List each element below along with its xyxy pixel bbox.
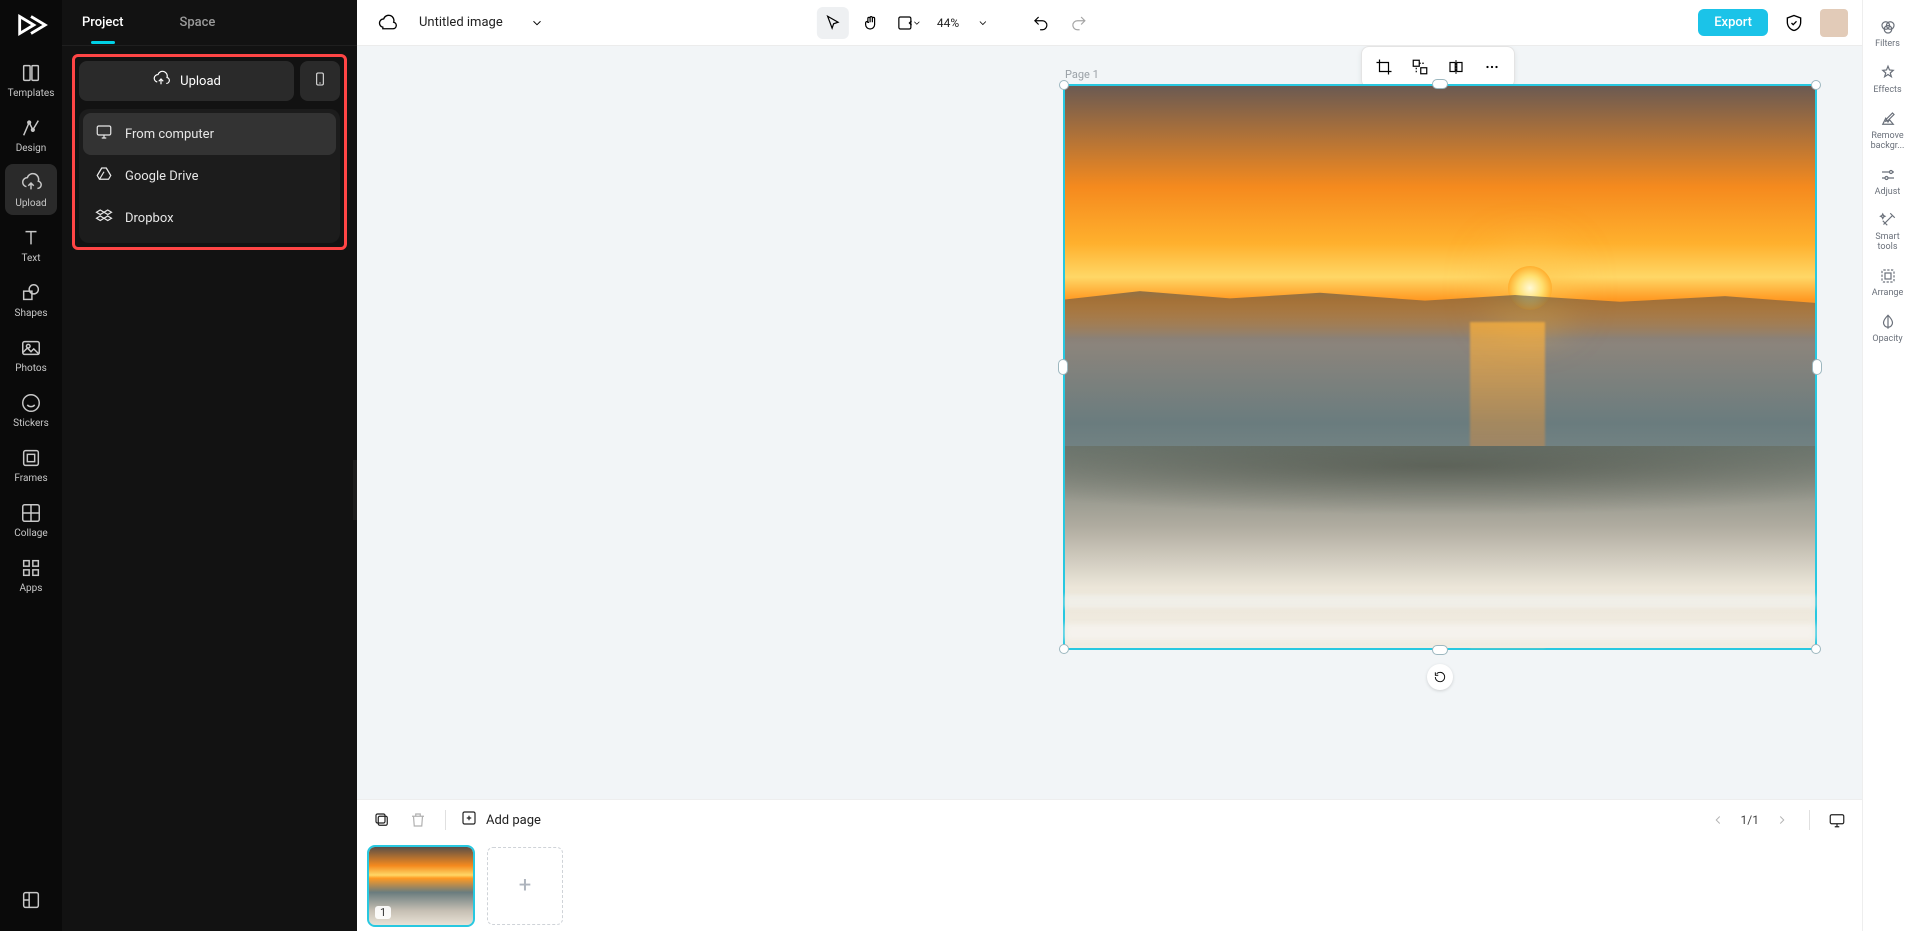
add-page-label: Add page — [486, 813, 541, 828]
redo-button[interactable] — [1063, 7, 1095, 39]
prev-page-button — [1705, 807, 1731, 833]
tool-label: Upload — [15, 198, 46, 209]
source-label: From computer — [125, 127, 214, 142]
resize-handle-tl[interactable] — [1059, 80, 1069, 90]
next-page-button — [1769, 807, 1795, 833]
user-avatar[interactable] — [1820, 9, 1848, 37]
canvas-size-menu[interactable] — [893, 7, 925, 39]
rtool-label: Remove backgr... — [1867, 132, 1909, 152]
tool-bottom-collage[interactable] — [5, 881, 57, 921]
flip-button[interactable] — [1442, 53, 1470, 81]
tool-templates[interactable]: Templates — [5, 54, 57, 105]
resize-handle-r[interactable] — [1812, 359, 1822, 375]
source-label: Dropbox — [125, 211, 174, 226]
tool-design[interactable]: Design — [5, 109, 57, 160]
rtool-opacity[interactable]: Opacity — [1867, 305, 1909, 351]
tool-label: Photos — [15, 363, 47, 374]
add-page-icon — [460, 809, 478, 831]
page-label: Page 1 — [1065, 68, 1099, 81]
resize-handle-bl[interactable] — [1059, 644, 1069, 654]
more-button[interactable] — [1478, 53, 1506, 81]
source-label: Google Drive — [125, 169, 198, 184]
rtool-label: Opacity — [1872, 335, 1902, 345]
rtool-label: Adjust — [1875, 188, 1901, 198]
tool-label: Templates — [8, 88, 55, 99]
rtool-remove-bg[interactable]: Remove backgr... — [1867, 102, 1909, 158]
source-from-computer[interactable]: From computer — [83, 113, 336, 155]
tool-apps[interactable]: Apps — [5, 549, 57, 600]
rtool-label: Smart tools — [1867, 233, 1909, 253]
rtool-effects[interactable]: Effects — [1867, 56, 1909, 102]
crop-button[interactable] — [1370, 53, 1398, 81]
rotate-handle[interactable] — [1427, 664, 1453, 690]
upload-cloud-icon — [152, 70, 170, 92]
rtool-adjust[interactable]: Adjust — [1867, 158, 1909, 204]
dropbox-icon — [95, 207, 113, 229]
export-button[interactable]: Export — [1698, 9, 1768, 36]
page-counter: 1/1 — [1741, 813, 1759, 827]
resize-handle-b[interactable] — [1432, 645, 1448, 655]
undo-button[interactable] — [1025, 7, 1057, 39]
canvas-page[interactable] — [1063, 84, 1817, 650]
duplicate-page-button[interactable] — [369, 807, 395, 833]
tab-project[interactable]: Project — [82, 1, 123, 44]
tool-frames[interactable]: Frames — [5, 439, 57, 490]
page-thumbnail-1[interactable]: 1 — [369, 847, 473, 925]
tool-label: Text — [21, 253, 40, 264]
canvas-image-content — [1065, 446, 1815, 648]
tab-space[interactable]: Space — [179, 1, 215, 44]
upload-button-label: Upload — [180, 74, 221, 89]
tool-text[interactable]: Text — [5, 219, 57, 270]
upload-button[interactable]: Upload — [79, 61, 294, 101]
shield-icon[interactable] — [1778, 7, 1810, 39]
source-google-drive[interactable]: Google Drive — [83, 155, 336, 197]
tool-upload[interactable]: Upload — [5, 164, 57, 215]
zoom-dropdown[interactable] — [967, 7, 999, 39]
app-logo[interactable] — [14, 8, 48, 42]
tool-collage[interactable]: Collage — [5, 494, 57, 545]
title-dropdown[interactable] — [521, 7, 553, 39]
upload-panel-highlight: Upload From computer Google Drive Dropbo… — [72, 54, 347, 250]
rtool-label: Filters — [1875, 40, 1900, 50]
replace-button[interactable] — [1406, 53, 1434, 81]
rtool-smart-tools[interactable]: Smart tools — [1867, 203, 1909, 259]
rtool-filters[interactable]: Filters — [1867, 10, 1909, 56]
tool-label: Frames — [14, 473, 47, 484]
canvas-image-content — [1065, 288, 1815, 344]
add-page-thumbnail[interactable]: + — [487, 847, 563, 925]
tool-shapes[interactable]: Shapes — [5, 274, 57, 325]
rtool-label: Effects — [1873, 86, 1901, 96]
google-drive-icon — [95, 165, 113, 187]
rtool-label: Arrange — [1872, 289, 1904, 299]
cursor-tool[interactable] — [817, 7, 849, 39]
delete-page-button — [405, 807, 431, 833]
tool-label: Shapes — [15, 308, 48, 319]
tool-label: Collage — [14, 528, 47, 539]
resize-handle-l[interactable] — [1058, 359, 1068, 375]
add-page-button[interactable]: Add page — [460, 809, 541, 831]
cloud-sync-icon[interactable] — [371, 7, 403, 39]
tool-stickers[interactable]: Stickers — [5, 384, 57, 435]
resize-handle-br[interactable] — [1811, 644, 1821, 654]
tool-photos[interactable]: Photos — [5, 329, 57, 380]
tool-label: Design — [16, 143, 47, 154]
tool-label: Stickers — [13, 418, 49, 429]
tool-label: Apps — [20, 583, 43, 594]
document-title[interactable]: Untitled image — [419, 15, 503, 30]
plus-icon: + — [519, 873, 531, 898]
phone-icon — [312, 71, 328, 91]
resize-handle-tr[interactable] — [1811, 80, 1821, 90]
resize-handle-t[interactable] — [1432, 79, 1448, 89]
presentation-mode-button[interactable] — [1824, 807, 1850, 833]
hand-tool[interactable] — [855, 7, 887, 39]
thumbnail-number: 1 — [375, 906, 391, 919]
monitor-icon — [95, 123, 113, 145]
rtool-arrange[interactable]: Arrange — [1867, 259, 1909, 305]
tab-label: Space — [179, 15, 215, 30]
upload-from-phone-button[interactable] — [300, 61, 340, 101]
export-label: Export — [1714, 15, 1752, 30]
source-dropbox[interactable]: Dropbox — [83, 197, 336, 239]
tab-label: Project — [82, 15, 123, 30]
zoom-level[interactable]: 44% — [937, 16, 959, 30]
